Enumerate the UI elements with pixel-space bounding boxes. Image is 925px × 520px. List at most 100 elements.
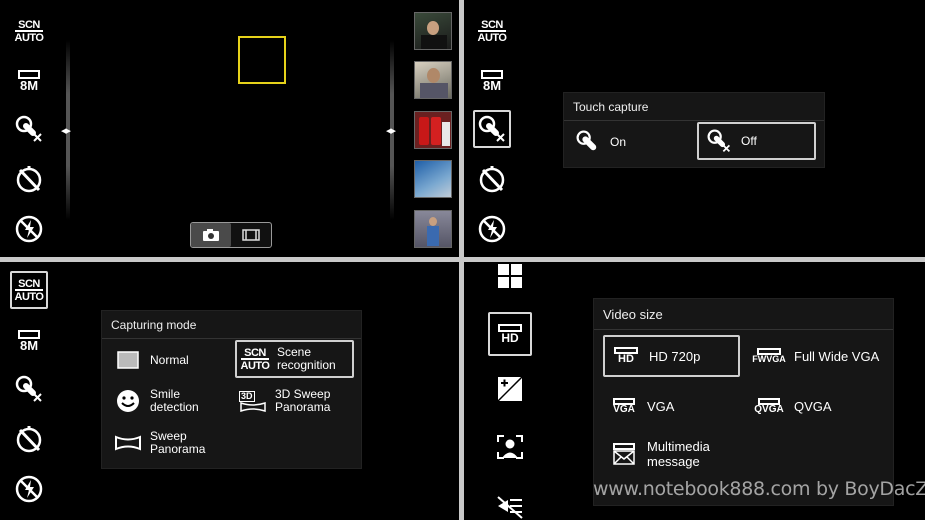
video-icon: [242, 229, 260, 241]
face-detection-icon: [497, 435, 523, 459]
video-size-panel: Video size HD HD 720p FWVGA Full Wide VG…: [593, 298, 894, 506]
qvga-option[interactable]: QVGA QVGA: [752, 387, 882, 425]
hd-720p-option[interactable]: HD HD 720p: [603, 335, 740, 377]
light-off-icon: [497, 496, 523, 519]
normal-option[interactable]: Normal: [114, 342, 232, 378]
touch-capture-button[interactable]: [473, 110, 511, 148]
3d-sweep-icon: 3D: [239, 388, 267, 414]
touch-capture-icon: [10, 370, 48, 408]
resolution-button[interactable]: 8M: [10, 322, 48, 360]
smile-detection-option[interactable]: Smile detection: [114, 383, 232, 419]
grid-icon: [498, 264, 522, 288]
full-wide-vga-option[interactable]: FWVGA Full Wide VGA: [752, 337, 890, 375]
camera-viewfinder-screen: SCN AUTO 8M ◂▸ ◂▸: [0, 0, 459, 257]
scene-recognition-option[interactable]: SCN AUTO Scene recognition: [235, 340, 354, 378]
touch-off-icon: [705, 128, 733, 154]
resolution-button[interactable]: 8M: [473, 62, 511, 100]
flash-button[interactable]: [473, 210, 511, 248]
menu-grid-button[interactable]: [491, 262, 529, 292]
video-size-screen: HD Video size HD HD 720p FWVGA Full Wide…: [464, 262, 925, 520]
sweep-panorama-icon: [114, 430, 142, 456]
touch-on-icon: [574, 129, 602, 155]
thumbnail-person-1[interactable]: [414, 12, 452, 50]
option-label-line2: message: [647, 454, 700, 469]
vga-badge-text: VGA: [613, 403, 635, 415]
vga-option[interactable]: VGA VGA: [609, 387, 739, 425]
option-label-line1: Scene: [277, 345, 312, 359]
capturing-mode-panel: Capturing mode Normal SCN AUTO Scene recog…: [101, 310, 362, 469]
flash-button[interactable]: [10, 210, 48, 248]
scene-auto-button[interactable]: SCN AUTO: [10, 12, 48, 50]
option-label: QVGA: [794, 398, 832, 414]
exposure-button[interactable]: [491, 370, 529, 408]
scn-text: SCN: [244, 346, 266, 359]
hd-text: HD: [501, 331, 519, 345]
touch-capture-screen: SCN AUTO 8M Touch capture On Off: [464, 0, 925, 257]
watermark: www.notebook888.com by BoyDacZ: [593, 478, 925, 500]
right-expand-arrows-icon[interactable]: ◂▸: [386, 124, 396, 137]
scene-auto-icon: SCN AUTO: [10, 271, 48, 309]
touch-capture-panel: Touch capture On Off: [563, 92, 825, 168]
thumbnail-person-3[interactable]: [414, 210, 452, 248]
focus-mode-button[interactable]: [491, 428, 529, 466]
thumbnail-person-2[interactable]: [414, 61, 452, 99]
panel-title: Capturing mode: [102, 311, 361, 339]
video-mode-button[interactable]: [231, 223, 271, 247]
scene-auto-icon: SCN AUTO: [14, 18, 44, 44]
resolution-8m-icon: 8M: [481, 70, 503, 92]
resolution-8m-icon: 8M: [18, 70, 40, 92]
self-timer-off-icon: [473, 160, 511, 198]
resolution-8m-icon: 8M: [18, 330, 40, 352]
smile-icon: [114, 388, 142, 414]
auto-text: AUTO: [477, 29, 507, 44]
scn-text: SCN: [18, 18, 40, 31]
resolution-button[interactable]: 8M: [10, 62, 48, 100]
option-label-line1: Multimedia: [647, 439, 710, 454]
video-hd-icon: HD: [488, 312, 532, 356]
flash-off-icon: [10, 210, 48, 248]
option-label-line2: Panorama: [150, 442, 206, 456]
auto-text: AUTO: [14, 29, 44, 44]
scn-text: SCN: [481, 18, 503, 31]
3d-sweep-panorama-option[interactable]: 3D 3D Sweep Panorama: [239, 383, 357, 419]
hd-badge-text: HD: [618, 353, 634, 365]
vga-icon: VGA: [609, 393, 639, 419]
video-size-button[interactable]: HD: [488, 312, 532, 356]
fwvga-badge-text: FWVGA: [752, 354, 786, 364]
auto-text: AUTO: [14, 288, 44, 303]
touch-off-option[interactable]: Off: [697, 122, 816, 160]
option-label: HD 720p: [649, 348, 701, 364]
mode-switch[interactable]: [190, 222, 272, 248]
multimedia-message-option[interactable]: Multimedia message: [609, 435, 759, 473]
self-timer-off-icon: [10, 420, 48, 458]
self-timer-button[interactable]: [10, 420, 48, 458]
scene-auto-icon: SCN AUTO: [240, 346, 270, 372]
scene-auto-button[interactable]: SCN AUTO: [473, 12, 511, 50]
qvga-badge-text: QVGA: [754, 403, 784, 415]
thumbnail-sky[interactable]: [414, 160, 452, 198]
left-expand-arrows-icon[interactable]: ◂▸: [61, 124, 71, 137]
focus-frame: [238, 36, 286, 84]
fwvga-icon: FWVGA: [752, 343, 786, 369]
self-timer-button[interactable]: [473, 160, 511, 198]
auto-text: AUTO: [240, 357, 270, 372]
thumbnail-cans[interactable]: [414, 111, 452, 149]
self-timer-button[interactable]: [10, 160, 48, 198]
sweep-panorama-option[interactable]: Sweep Panorama: [114, 425, 232, 461]
option-label-line1: Sweep: [150, 429, 187, 443]
touch-on-option[interactable]: On: [574, 125, 694, 159]
camera-mode-button[interactable]: [191, 223, 231, 247]
panel-title: Video size: [594, 299, 893, 330]
3d-badge-text: 3D: [239, 390, 255, 402]
option-label-line1: 3D Sweep: [275, 387, 331, 401]
option-label: VGA: [647, 398, 675, 414]
scene-auto-button[interactable]: SCN AUTO: [10, 271, 48, 309]
resolution-label: 8M: [482, 78, 502, 93]
option-label: Full Wide VGA: [794, 348, 880, 364]
light-button[interactable]: [491, 488, 529, 520]
touch-capture-button[interactable]: [10, 370, 48, 408]
flash-button[interactable]: [10, 470, 48, 508]
self-timer-off-icon: [10, 160, 48, 198]
qvga-icon: QVGA: [752, 393, 786, 419]
touch-capture-button[interactable]: [10, 110, 48, 148]
